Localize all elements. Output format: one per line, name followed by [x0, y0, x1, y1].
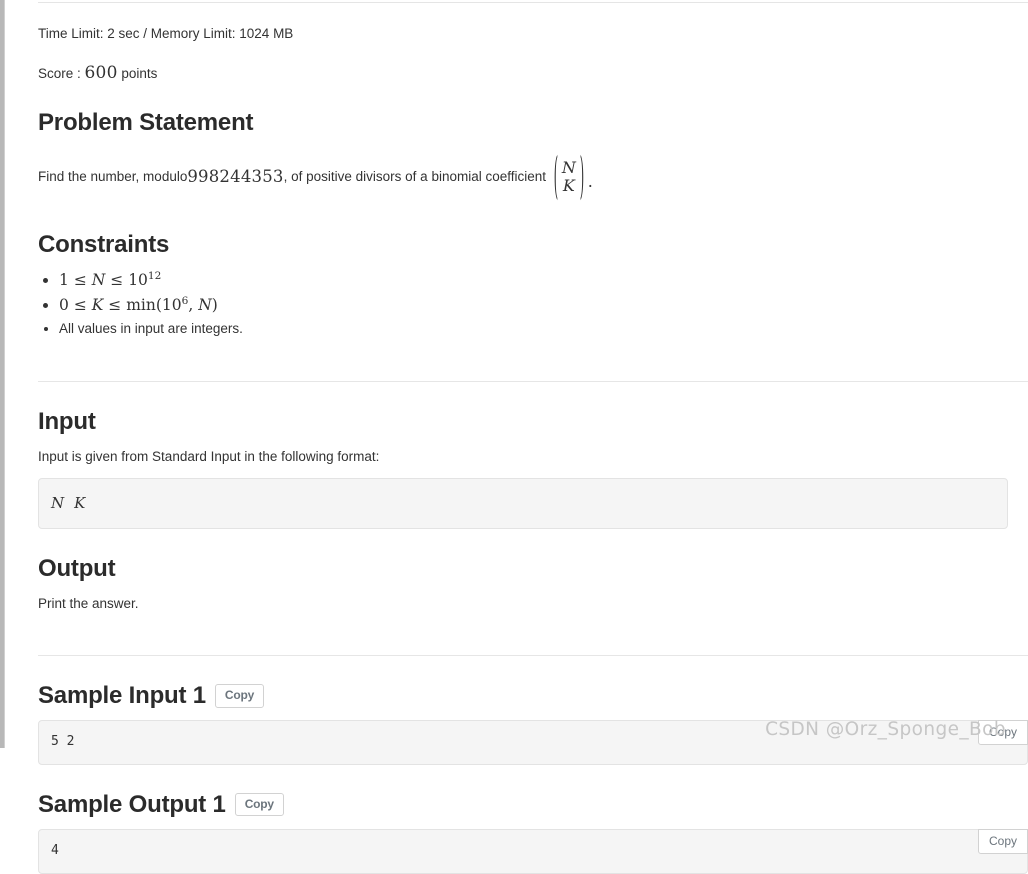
- constraint-k-op2: ≤: [108, 296, 122, 315]
- constraint-n-lhs: 1: [59, 271, 69, 290]
- problem-statement-text: Find the number, modulo 998244353, of po…: [38, 147, 1028, 205]
- divider-before-samples: [38, 655, 1028, 657]
- input-description: Input is given from Standard Input in th…: [38, 449, 380, 465]
- copy-sample-output-1-float-button[interactable]: Copy: [977, 828, 1028, 855]
- copy-sample-output-1-button[interactable]: Copy: [234, 793, 284, 817]
- problem-page: Time Limit: 2 sec / Memory Limit: 1024 M…: [0, 0, 1028, 874]
- binomial-stack: N K: [561, 157, 576, 196]
- constraint-k-op1: ≤: [73, 296, 87, 315]
- constraint-n-base: 10: [128, 271, 148, 290]
- sample-output-1-wrapper: Copy 4: [38, 828, 1028, 874]
- copy-sample-input-1-float-button[interactable]: Copy: [977, 720, 1028, 746]
- constraint-k-var: K: [91, 296, 104, 315]
- score-line: Score : 600 points: [38, 63, 1028, 83]
- constraint-item-k: 0 ≤ K ≤ min(106, N): [59, 294, 1028, 317]
- divider-before-input: [38, 381, 1028, 383]
- copy-sample-input-1-button[interactable]: Copy: [214, 684, 265, 708]
- constraints-heading: Constraints: [38, 231, 170, 259]
- score-suffix: points: [117, 66, 158, 82]
- output-description: Print the answer.: [38, 596, 139, 612]
- time-memory-limit: Time Limit: 2 sec / Memory Limit: 1024 M…: [38, 26, 294, 41]
- sample-output-1-heading: Sample Output 1: [38, 790, 226, 818]
- top-divider: [38, 2, 1028, 3]
- modulus-value: 998244353: [187, 166, 284, 186]
- score-label: Score :: [38, 66, 85, 82]
- sample-input-1-heading: Sample Input 1: [38, 682, 206, 710]
- constraint-k-sep: ,: [188, 296, 199, 315]
- constraints-list: 1 ≤ N ≤ 1012 0 ≤ K ≤ min(106, N) All val…: [38, 269, 1028, 339]
- constraint-n-op2: ≤: [110, 271, 124, 290]
- sample-input-1-content: 5 2: [38, 720, 1028, 765]
- input-format-var-n: N: [51, 493, 65, 512]
- binomial-bottom: K: [562, 176, 575, 196]
- statement-text-before: Find the number, modulo: [38, 168, 188, 184]
- constraint-n-exp: 12: [147, 270, 162, 283]
- constraint-k-var2: N: [198, 296, 212, 315]
- sample-input-1-heading-row: Sample Input 1 Copy: [38, 682, 1028, 710]
- statement-text-after: , of positive divisors of a binomial coe…: [283, 168, 547, 184]
- input-format-var-k: K: [74, 493, 86, 512]
- constraint-item-n: 1 ≤ N ≤ 1012: [59, 269, 1028, 292]
- sample-input-1-wrapper: Copy 5 2: [38, 720, 1028, 765]
- constraint-k-base: 10: [161, 296, 182, 315]
- constraint-item-integers: All values in input are integers.: [59, 319, 1028, 340]
- problem-statement-heading: Problem Statement: [38, 109, 254, 137]
- constraint-k-lhs: 0: [59, 296, 69, 315]
- input-format-block: NK: [38, 477, 1008, 530]
- output-heading: Output: [38, 555, 116, 583]
- constraint-n-var: N: [91, 271, 106, 290]
- statement-period: .: [587, 172, 593, 192]
- constraint-n-op1: ≤: [73, 271, 87, 290]
- binomial-coefficient: ( N K ): [553, 151, 585, 201]
- binomial-open-paren: (: [553, 145, 559, 206]
- input-heading: Input: [38, 408, 96, 436]
- constraint-k-fn: min(: [126, 296, 162, 315]
- score-value: 600: [84, 63, 118, 84]
- sample-output-1-content: 4: [38, 828, 1028, 874]
- binomial-close-paren: ): [579, 145, 585, 206]
- constraint-k-close: ): [211, 296, 218, 315]
- sample-output-1-heading-row: Sample Output 1 Copy: [38, 791, 1028, 819]
- binomial-top: N: [561, 157, 576, 177]
